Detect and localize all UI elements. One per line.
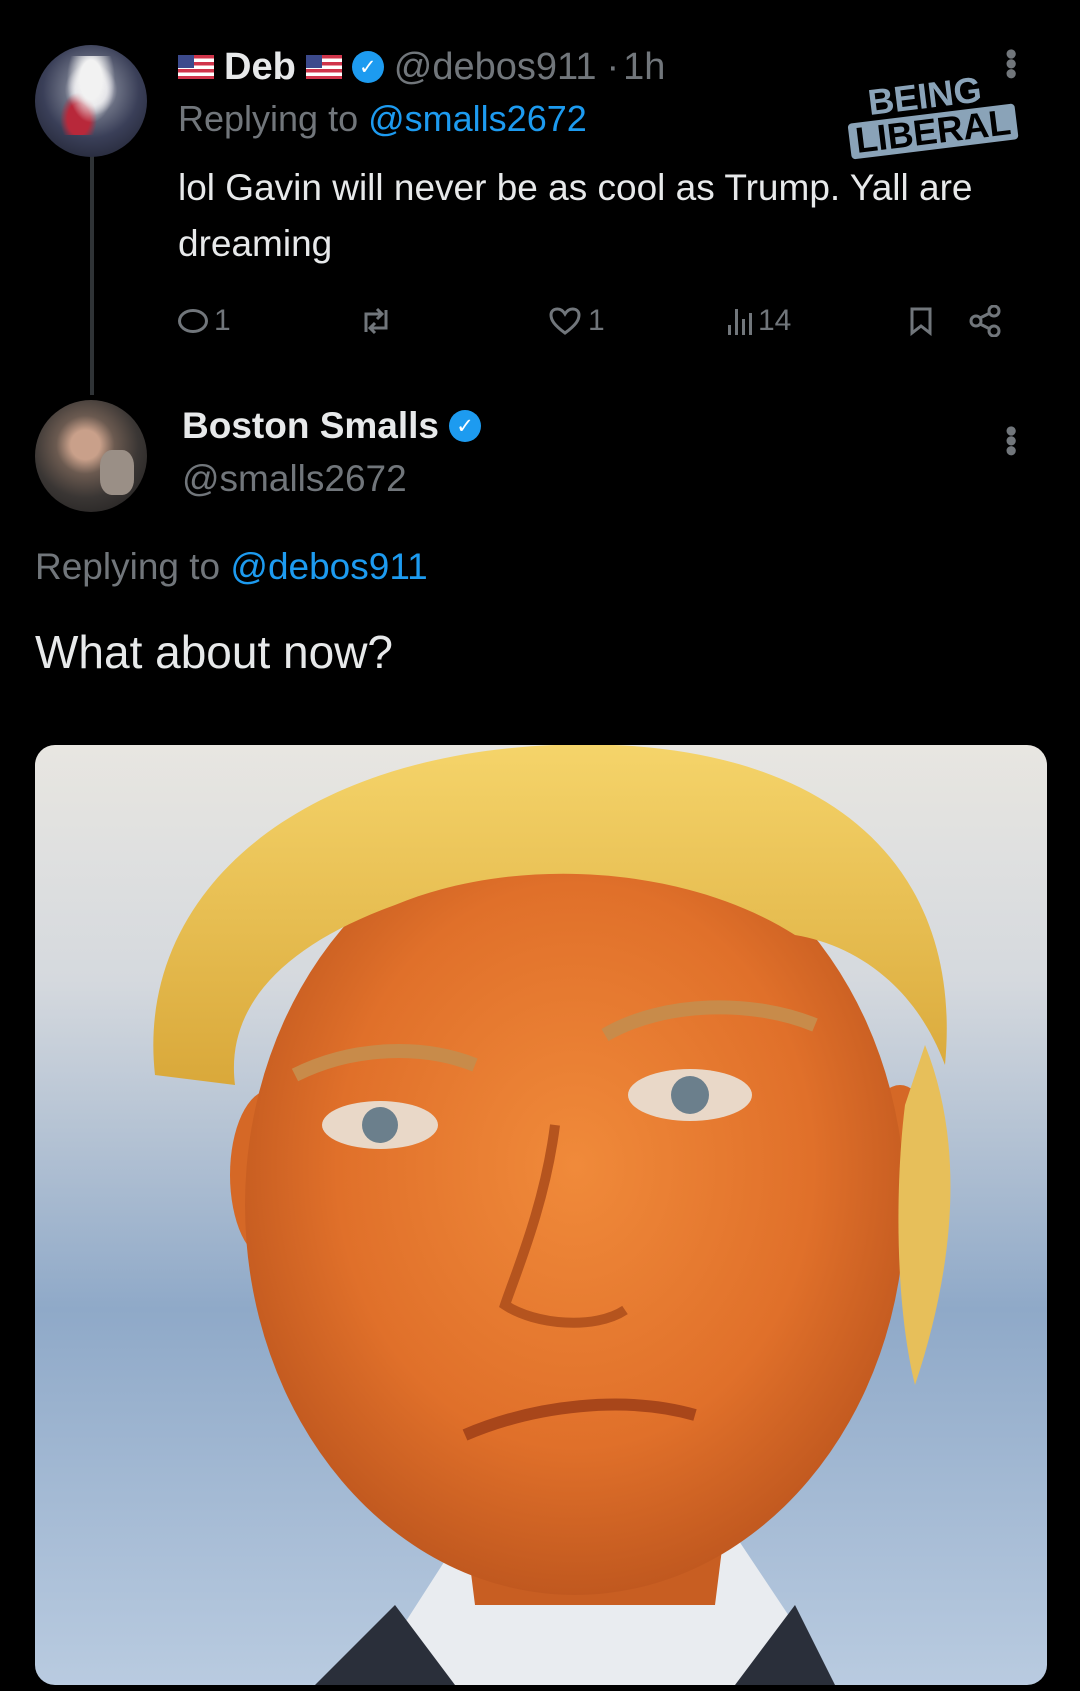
tweet1-action-bar: 1 1 14 <box>178 296 1028 346</box>
tweet2-display-name[interactable]: Boston Smalls <box>182 405 439 447</box>
tweet1-time[interactable]: 1h <box>623 46 665 89</box>
us-flag-icon <box>178 55 214 79</box>
edited-portrait-image <box>153 745 951 1685</box>
tweet1-text: lol Gavin will never be as cool as Trump… <box>178 167 973 264</box>
us-flag-icon <box>305 55 342 79</box>
views-button[interactable]: 14 <box>728 304 791 338</box>
reply-icon <box>178 309 208 333</box>
verified-badge-icon: ✓ <box>351 51 384 83</box>
views-icon <box>728 307 752 335</box>
views-count: 14 <box>758 304 792 337</box>
thread-connector-line <box>90 150 94 395</box>
heart-icon <box>549 307 581 335</box>
reply-button[interactable]: 1 <box>178 304 231 338</box>
bookmark-button[interactable] <box>908 306 934 336</box>
tweet1-header: Deb ✓ @debos911 · 1h <box>178 42 665 92</box>
share-button[interactable] <box>968 305 1002 337</box>
share-icon <box>969 305 1001 337</box>
replying-to-label: Replying to <box>35 546 221 587</box>
verified-badge-icon: ✓ <box>449 410 481 442</box>
tweet1-separator: · <box>606 45 620 88</box>
replying-to-handle-link[interactable]: @smalls2672 <box>368 98 587 139</box>
replying-to-handle-link[interactable]: @debos911 <box>230 546 427 587</box>
retweet-icon <box>364 307 388 335</box>
replying-to-label: Replying to <box>178 98 359 139</box>
like-count: 1 <box>588 304 605 337</box>
more-options-icon[interactable]: ••• <box>991 425 1030 455</box>
avatar-deb[interactable] <box>35 45 147 157</box>
tweet1-replying-to: Replying to @smalls2672 <box>178 98 587 140</box>
tweet2-media-image[interactable] <box>35 745 1047 1685</box>
bookmark-icon <box>910 307 932 336</box>
tweet2-replying-to: Replying to @debos911 <box>35 546 428 588</box>
reply-count: 1 <box>214 304 231 337</box>
tweet2-text: What about now? <box>35 626 394 678</box>
tweet1-handle[interactable]: @debos911 <box>394 46 597 89</box>
tweet2-name-row: Boston Smalls ✓ <box>182 405 481 447</box>
tweet2-handle[interactable]: @smalls2672 <box>182 458 407 500</box>
avatar-boston-smalls[interactable] <box>35 400 147 512</box>
retweet-button[interactable] <box>358 306 394 336</box>
tweet1-display-name[interactable]: Deb <box>224 46 296 89</box>
like-button[interactable]: 1 <box>548 304 605 338</box>
